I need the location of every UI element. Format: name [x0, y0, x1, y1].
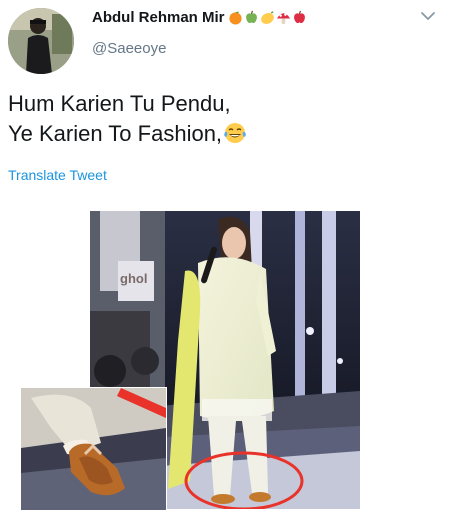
laughing-tears-emoji: [224, 123, 246, 143]
green-apple-emoji: [245, 10, 257, 24]
orange-emoji: [228, 11, 242, 25]
name-emojis: [228, 10, 307, 25]
lemon-emoji: [260, 11, 274, 24]
tweet-text: Hum Karien Tu Pendu, Ye Karien To Fashio…: [8, 89, 247, 149]
chevron-down-icon[interactable]: [418, 8, 438, 24]
tweet-text-line-1: Hum Karien Tu Pendu,: [8, 91, 231, 116]
avatar[interactable]: [8, 8, 74, 74]
author-name-row[interactable]: Abdul Rehman Mir: [92, 9, 307, 26]
avatar-image: [8, 8, 74, 74]
display-name[interactable]: Abdul Rehman Mir: [92, 9, 225, 26]
inset-photo-image: [21, 388, 166, 510]
mushroom-emoji: [276, 13, 290, 25]
sign-text: ghol: [120, 271, 147, 286]
tweet-text-line-2-text: Ye Karien To Fashion,: [8, 121, 223, 146]
translate-tweet-link[interactable]: Translate Tweet: [8, 167, 107, 183]
tweet-text-line-2: Ye Karien To Fashion,: [8, 119, 247, 149]
author-handle[interactable]: @Saeeoye: [92, 40, 166, 57]
red-apple-emoji: [293, 10, 305, 24]
inset-zoom-photo: [20, 387, 167, 511]
